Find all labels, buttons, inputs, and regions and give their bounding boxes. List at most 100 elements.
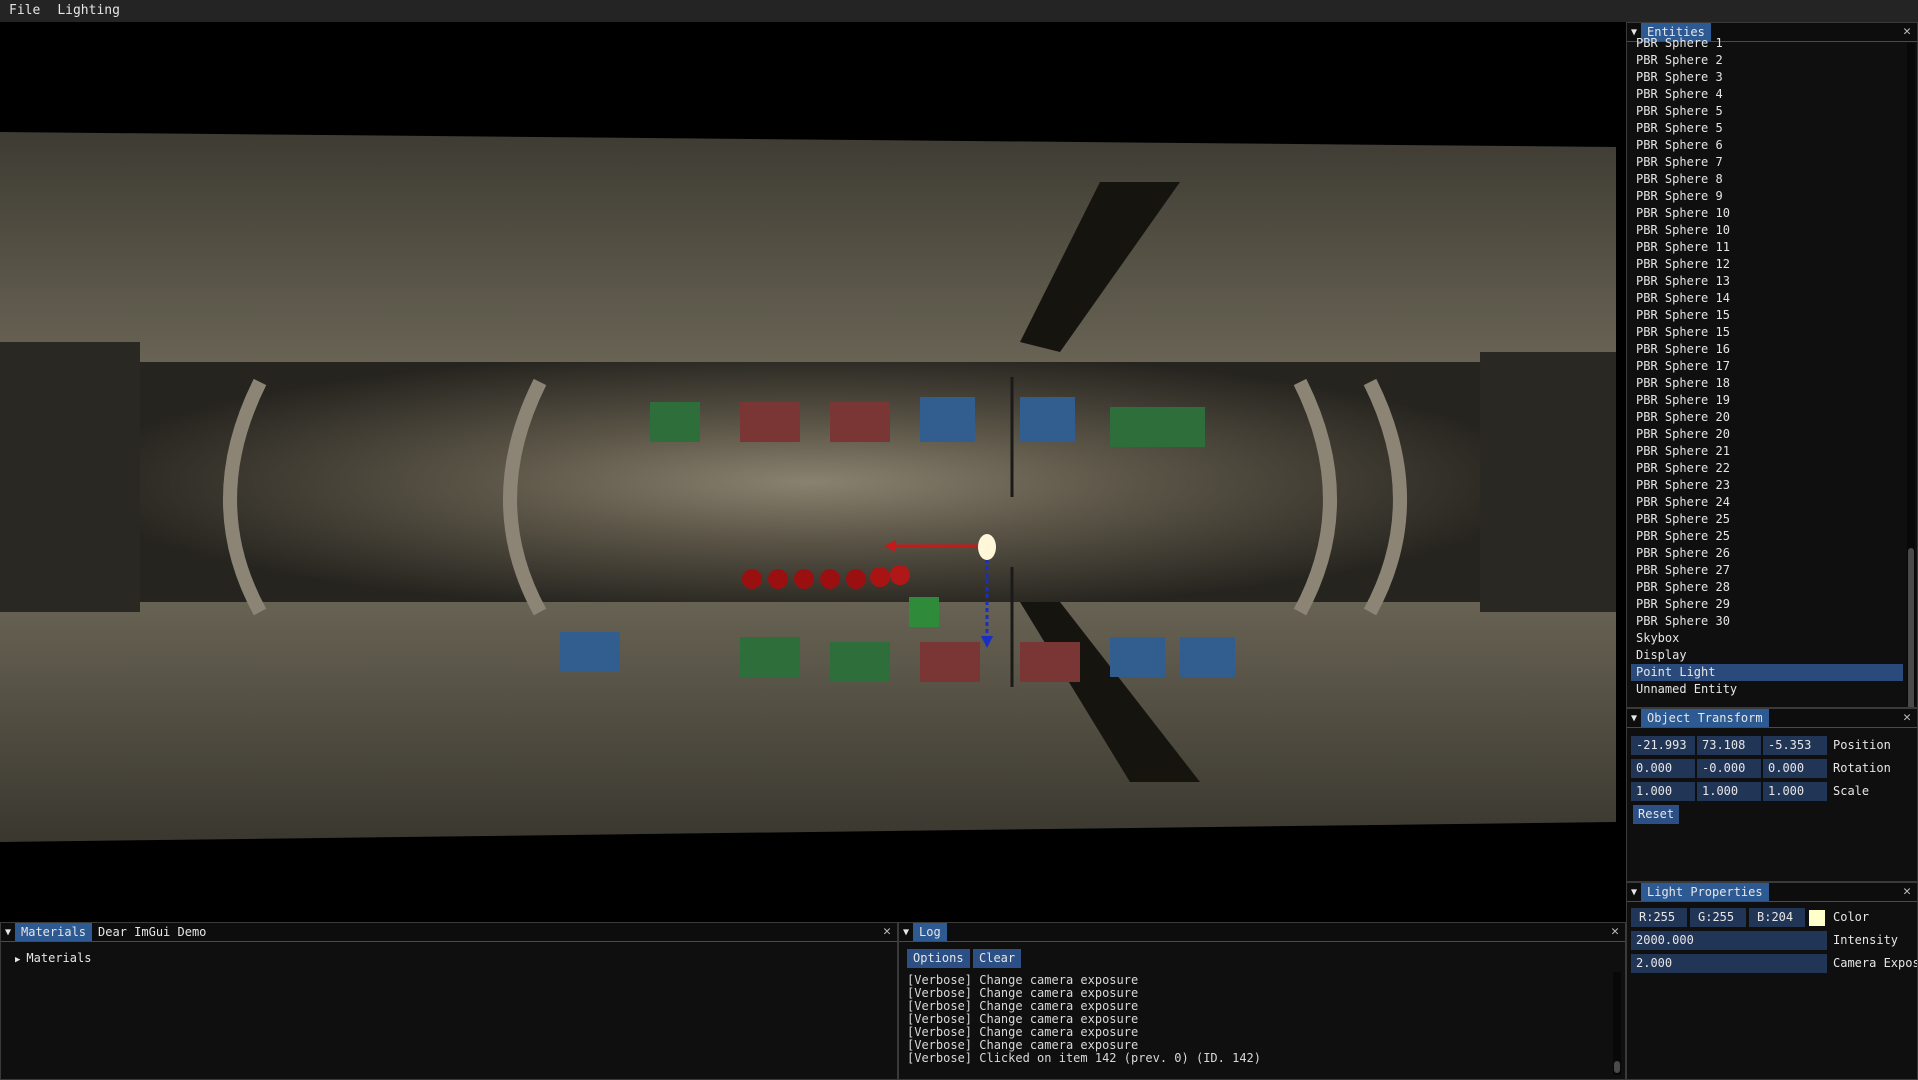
close-icon[interactable]: ✕ <box>1903 23 1911 41</box>
entity-item[interactable]: PBR Sphere 15 <box>1631 324 1903 341</box>
scene-render <box>0 132 1616 842</box>
entity-item[interactable]: PBR Sphere 5 <box>1631 120 1903 137</box>
collapse-icon[interactable]: ▼ <box>899 923 913 941</box>
entity-item[interactable]: Point Light <box>1631 664 1903 681</box>
entity-item[interactable]: PBR Sphere 29 <box>1631 596 1903 613</box>
entity-item[interactable]: PBR Sphere 14 <box>1631 290 1903 307</box>
entity-item[interactable]: PBR Sphere 6 <box>1631 137 1903 154</box>
color-r-field[interactable]: R:255 <box>1631 908 1687 927</box>
pbr-sphere[interactable] <box>742 569 762 589</box>
entities-scrollbar[interactable] <box>1907 43 1915 707</box>
entities-panel: ▼ Entities ✕ PBR Sphere 1 PBR Sphere 2 PBR… <box>1626 22 1918 708</box>
rotation-z-field[interactable]: 0.000 <box>1763 759 1827 778</box>
rotation-x-field[interactable]: 0.000 <box>1631 759 1695 778</box>
log-titlebar[interactable]: ▼ Log ✕ <box>899 923 1625 942</box>
light-properties-panel: ▼ Light Properties ✕ R:255 G:255 B:204 C… <box>1626 882 1918 1080</box>
entity-item[interactable]: PBR Sphere 9 <box>1631 188 1903 205</box>
intensity-field[interactable]: 2000.000 <box>1631 931 1827 950</box>
entity-item[interactable]: PBR Sphere 18 <box>1631 375 1903 392</box>
menu-file[interactable]: File <box>0 0 48 22</box>
collapse-icon[interactable]: ▼ <box>1 923 15 941</box>
scale-x-field[interactable]: 1.000 <box>1631 782 1695 801</box>
tab-imgui-demo[interactable]: Dear ImGui Demo <box>92 923 212 941</box>
scene-viewport[interactable] <box>0 22 1616 922</box>
close-icon[interactable]: ✕ <box>1903 883 1911 901</box>
banner-green <box>1110 407 1160 447</box>
entity-item[interactable]: PBR Sphere 22 <box>1631 460 1903 477</box>
tree-expand-icon[interactable]: ▶ <box>15 955 20 965</box>
clear-button[interactable]: Clear <box>973 949 1022 968</box>
color-b-field[interactable]: B:204 <box>1749 908 1805 927</box>
entity-item[interactable]: Display <box>1631 647 1903 664</box>
entity-item[interactable]: PBR Sphere 26 <box>1631 545 1903 562</box>
entity-item[interactable]: PBR Sphere 28 <box>1631 579 1903 596</box>
banner-red <box>830 402 890 442</box>
pbr-sphere[interactable] <box>794 569 814 589</box>
collapse-icon[interactable]: ▼ <box>1627 883 1641 901</box>
tab-materials[interactable]: Materials <box>15 923 93 941</box>
camera-exposure-field[interactable]: 2.000 <box>1631 954 1827 973</box>
collapse-icon[interactable]: ▼ <box>1627 709 1641 727</box>
entity-item[interactable]: PBR Sphere 16 <box>1631 341 1903 358</box>
entity-item[interactable]: PBR Sphere 8 <box>1631 171 1903 188</box>
entity-item[interactable]: PBR Sphere 23 <box>1631 477 1903 494</box>
banner-blue <box>1180 637 1235 677</box>
point-light-icon[interactable] <box>978 534 996 560</box>
pbr-sphere[interactable] <box>768 569 788 589</box>
pbr-sphere[interactable] <box>890 565 910 585</box>
options-button[interactable]: Options <box>907 949 970 968</box>
color-swatch[interactable] <box>1809 910 1825 926</box>
banner-blue <box>1110 637 1165 677</box>
entity-item[interactable]: PBR Sphere 30 <box>1631 613 1903 630</box>
close-icon[interactable]: ✕ <box>1611 923 1619 941</box>
entity-item[interactable]: Skybox <box>1631 630 1903 647</box>
log-scrollbar[interactable] <box>1613 972 1621 1075</box>
entity-item[interactable]: PBR Sphere 20 <box>1631 409 1903 426</box>
entity-item[interactable]: PBR Sphere 25 <box>1631 528 1903 545</box>
entity-item[interactable]: PBR Sphere 20 <box>1631 426 1903 443</box>
transform-titlebar[interactable]: ▼ Object Transform ✕ <box>1627 709 1917 728</box>
entity-item[interactable]: PBR Sphere 19 <box>1631 392 1903 409</box>
entity-item[interactable]: PBR Sphere 17 <box>1631 358 1903 375</box>
entity-item[interactable]: PBR Sphere 3 <box>1631 69 1903 86</box>
entity-item[interactable]: PBR Sphere 4 <box>1631 86 1903 103</box>
entity-item[interactable]: PBR Sphere 5 <box>1631 103 1903 120</box>
scale-z-field[interactable]: 1.000 <box>1763 782 1827 801</box>
entity-item[interactable]: PBR Sphere 11 <box>1631 239 1903 256</box>
banner-blue <box>560 632 620 672</box>
pbr-sphere[interactable] <box>846 569 866 589</box>
reset-button[interactable]: Reset <box>1633 805 1680 824</box>
entity-item[interactable]: Unnamed Entity <box>1631 681 1903 698</box>
entity-item[interactable]: PBR Sphere 24 <box>1631 494 1903 511</box>
scrollbar-thumb[interactable] <box>1614 1061 1620 1073</box>
pbr-sphere[interactable] <box>820 569 840 589</box>
entity-item[interactable]: PBR Sphere 10 <box>1631 205 1903 222</box>
entity-item[interactable]: PBR Sphere 10 <box>1631 222 1903 239</box>
entity-item[interactable]: PBR Sphere 2 <box>1631 52 1903 69</box>
entity-item[interactable]: PBR Sphere 1 <box>1631 35 1903 52</box>
entity-item[interactable]: PBR Sphere 21 <box>1631 443 1903 460</box>
entity-item[interactable]: PBR Sphere 13 <box>1631 273 1903 290</box>
close-icon[interactable]: ✕ <box>1903 709 1911 727</box>
rotation-y-field[interactable]: -0.000 <box>1697 759 1761 778</box>
entity-item[interactable]: PBR Sphere 7 <box>1631 154 1903 171</box>
entity-item[interactable]: PBR Sphere 15 <box>1631 307 1903 324</box>
materials-titlebar[interactable]: ▼ Materials Dear ImGui Demo ✕ <box>1 923 897 942</box>
entity-item[interactable]: PBR Sphere 27 <box>1631 562 1903 579</box>
position-y-field[interactable]: 73.108 <box>1697 736 1761 755</box>
green-cube[interactable] <box>909 597 939 627</box>
entity-item[interactable]: PBR Sphere 25 <box>1631 511 1903 528</box>
pbr-sphere[interactable] <box>870 567 890 587</box>
log-title: Log <box>913 923 947 941</box>
position-z-field[interactable]: -5.353 <box>1763 736 1827 755</box>
light-titlebar[interactable]: ▼ Light Properties ✕ <box>1627 883 1917 902</box>
entity-item[interactable]: PBR Sphere 12 <box>1631 256 1903 273</box>
menu-lighting[interactable]: Lighting <box>48 0 128 22</box>
color-g-field[interactable]: G:255 <box>1690 908 1746 927</box>
close-icon[interactable]: ✕ <box>883 923 891 941</box>
position-x-field[interactable]: -21.993 <box>1631 736 1695 755</box>
scale-y-field[interactable]: 1.000 <box>1697 782 1761 801</box>
materials-tree-node[interactable]: ▶ Materials <box>15 951 91 965</box>
scrollbar-thumb[interactable] <box>1908 548 1914 707</box>
banner-green <box>740 637 800 677</box>
